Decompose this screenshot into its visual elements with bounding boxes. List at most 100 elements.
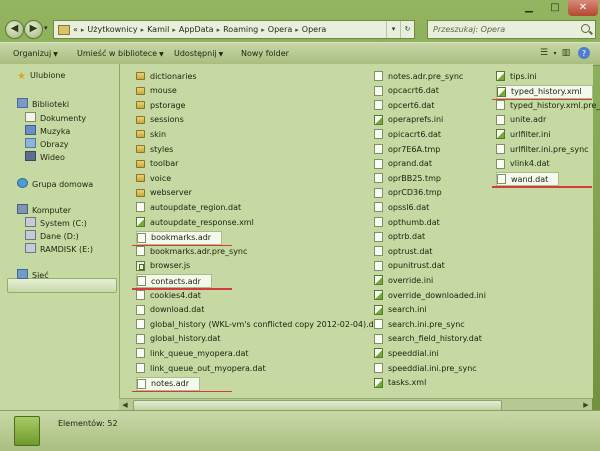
- file-item[interactable]: search_field_history.dat: [374, 333, 482, 345]
- file-item[interactable]: bookmarks.adr.pre_sync: [136, 245, 247, 257]
- file-item[interactable]: mouse: [136, 85, 177, 97]
- file-item[interactable]: webserver: [136, 187, 192, 199]
- breadcrumb-item[interactable]: Kamil: [147, 25, 169, 34]
- file-item[interactable]: cookies4.dat: [136, 289, 201, 301]
- file-item[interactable]: notes.adr.pre_sync: [374, 70, 463, 82]
- file-item[interactable]: skin: [136, 128, 166, 140]
- file-item[interactable]: dictionaries: [136, 70, 197, 82]
- refresh-icon[interactable]: ↻: [400, 21, 414, 38]
- file-item[interactable]: unite.adr: [496, 114, 546, 126]
- file-item[interactable]: opicacrt6.dat: [374, 128, 441, 140]
- forward-button[interactable]: ▶: [24, 20, 43, 39]
- file-item[interactable]: link_queue_out_myopera.dat: [136, 362, 266, 374]
- add-to-library-button[interactable]: Umieść w bibliotece ▼: [77, 49, 164, 58]
- breadcrumb-separator[interactable]: ▸: [172, 26, 176, 34]
- file-item[interactable]: sessions: [136, 114, 184, 126]
- file-item[interactable]: contacts.adr: [136, 274, 212, 289]
- sidebar-item-music[interactable]: Muzyka: [25, 125, 70, 136]
- breadcrumb-separator[interactable]: ▸: [295, 26, 299, 34]
- sidebar-item-computer[interactable]: Komputer: [17, 204, 71, 215]
- preview-pane-icon[interactable]: ▥: [560, 47, 572, 60]
- file-item[interactable]: override_downloaded.ini: [374, 289, 486, 301]
- file-item[interactable]: opssl6.dat: [374, 201, 429, 213]
- view-menu-icon[interactable]: ▾: [551, 47, 559, 60]
- file-item[interactable]: opunitrust.dat: [374, 260, 445, 272]
- file-item[interactable]: typed_history.xml.pre_sync: [496, 99, 600, 111]
- drive-icon: [25, 230, 36, 240]
- breadcrumb-separator[interactable]: ▸: [261, 26, 265, 34]
- back-button[interactable]: ◀: [5, 20, 24, 39]
- file-item[interactable]: tasks.xml: [374, 377, 426, 389]
- file-item[interactable]: oprCD36.tmp: [374, 187, 442, 199]
- sidebar-item-homegroup[interactable]: Grupa domowa: [17, 178, 93, 189]
- file-item[interactable]: optrb.dat: [374, 231, 425, 243]
- file-item[interactable]: global_history (WKL-vm's conflicted copy…: [136, 318, 382, 330]
- file-item[interactable]: voice: [136, 172, 171, 184]
- file-item[interactable]: bookmarks.adr: [136, 230, 223, 245]
- file-item[interactable]: vlink4.dat: [496, 158, 550, 170]
- breadcrumb-separator[interactable]: ▸: [141, 26, 145, 34]
- breadcrumb-overflow[interactable]: «: [73, 25, 78, 34]
- file-item[interactable]: wand.dat: [496, 172, 560, 187]
- close-button[interactable]: ✕: [568, 0, 598, 16]
- sidebar-item-drive-d[interactable]: Dane (D:): [25, 230, 79, 241]
- breadcrumb-item[interactable]: Roaming: [223, 25, 258, 34]
- maximize-button[interactable]: □: [542, 0, 568, 16]
- breadcrumb-item[interactable]: Opera: [268, 25, 293, 34]
- breadcrumb-item[interactable]: AppData: [179, 25, 214, 34]
- sidebar-item-drive-e[interactable]: RAMDISK (E:): [25, 243, 93, 254]
- file-item[interactable]: opr7E6A.tmp: [374, 143, 440, 155]
- breadcrumb-item[interactable]: Użytkownicy: [87, 25, 137, 34]
- notepad-file-icon: [496, 129, 505, 140]
- search-icon[interactable]: [581, 24, 590, 33]
- view-options-icon[interactable]: ☰: [538, 47, 550, 60]
- file-item[interactable]: oprBB25.tmp: [374, 172, 441, 184]
- organize-button[interactable]: Organizuj ▼: [13, 49, 58, 58]
- file-item[interactable]: opthumb.dat: [374, 216, 440, 228]
- new-folder-button[interactable]: Nowy folder: [241, 49, 289, 58]
- file-item[interactable]: oprand.dat: [374, 158, 432, 170]
- file-item[interactable]: opcert6.dat: [374, 99, 434, 111]
- sidebar-item-favorites[interactable]: ★ Ulubione: [17, 71, 65, 82]
- address-bar[interactable]: « ▸ Użytkownicy ▸ Kamil ▸ AppData ▸ Roam…: [53, 20, 415, 39]
- file-item[interactable]: styles: [136, 143, 173, 155]
- file-item[interactable]: urlfilter.ini.pre_sync: [496, 143, 589, 155]
- file-item[interactable]: search.ini: [374, 304, 427, 316]
- share-button[interactable]: Udostępnij ▼: [174, 49, 223, 58]
- file-item[interactable]: download.dat: [136, 304, 204, 316]
- file-item[interactable]: autoupdate_response.xml: [136, 216, 254, 228]
- sidebar-item-label: Dokumenty: [40, 114, 87, 123]
- file-item[interactable]: opcacrt6.dat: [374, 85, 439, 97]
- file-item[interactable]: toolbar: [136, 158, 178, 170]
- address-dropdown-icon[interactable]: ▾: [386, 21, 400, 38]
- search-input[interactable]: Przeszukaj: Opera: [427, 20, 596, 39]
- folder-icon: [136, 174, 145, 183]
- file-item[interactable]: pstorage: [136, 99, 185, 111]
- sidebar-item-drive-c[interactable]: System (C:): [25, 217, 87, 228]
- file-item[interactable]: speeddial.ini: [374, 347, 439, 359]
- file-item[interactable]: notes.adr: [136, 376, 201, 391]
- file-item[interactable]: search.ini.pre_sync: [374, 318, 465, 330]
- breadcrumb-separator[interactable]: ▸: [81, 26, 85, 34]
- help-icon[interactable]: ?: [578, 47, 590, 59]
- sidebar-item-videos[interactable]: Wideo: [25, 151, 65, 162]
- file-item[interactable]: tips.ini: [496, 70, 537, 82]
- file-item[interactable]: browser.js: [136, 260, 190, 272]
- breadcrumb-separator[interactable]: ▸: [217, 26, 221, 34]
- file-item[interactable]: global_history.dat: [136, 333, 220, 345]
- breadcrumb-item[interactable]: Opera: [302, 25, 327, 34]
- file-item[interactable]: typed_history.xml: [496, 84, 593, 99]
- file-item[interactable]: link_queue_myopera.dat: [136, 347, 248, 359]
- file-item[interactable]: optrust.dat: [374, 245, 432, 257]
- sidebar-item-pictures[interactable]: Obrazy: [25, 138, 69, 149]
- history-dropdown-icon[interactable]: ▾: [44, 24, 48, 32]
- sidebar-item-network[interactable]: Sieć: [17, 269, 49, 280]
- file-item[interactable]: autoupdate_region.dat: [136, 201, 241, 213]
- file-item[interactable]: urlfilter.ini: [496, 128, 551, 140]
- file-item[interactable]: speeddial.ini.pre_sync: [374, 362, 477, 374]
- file-item[interactable]: operaprefs.ini: [374, 114, 443, 126]
- sidebar-item-documents[interactable]: Dokumenty: [25, 112, 86, 123]
- sidebar-item-libraries[interactable]: Biblioteki: [17, 98, 69, 109]
- file-item[interactable]: override.ini: [374, 274, 433, 286]
- minimize-button[interactable]: ▁: [516, 0, 542, 16]
